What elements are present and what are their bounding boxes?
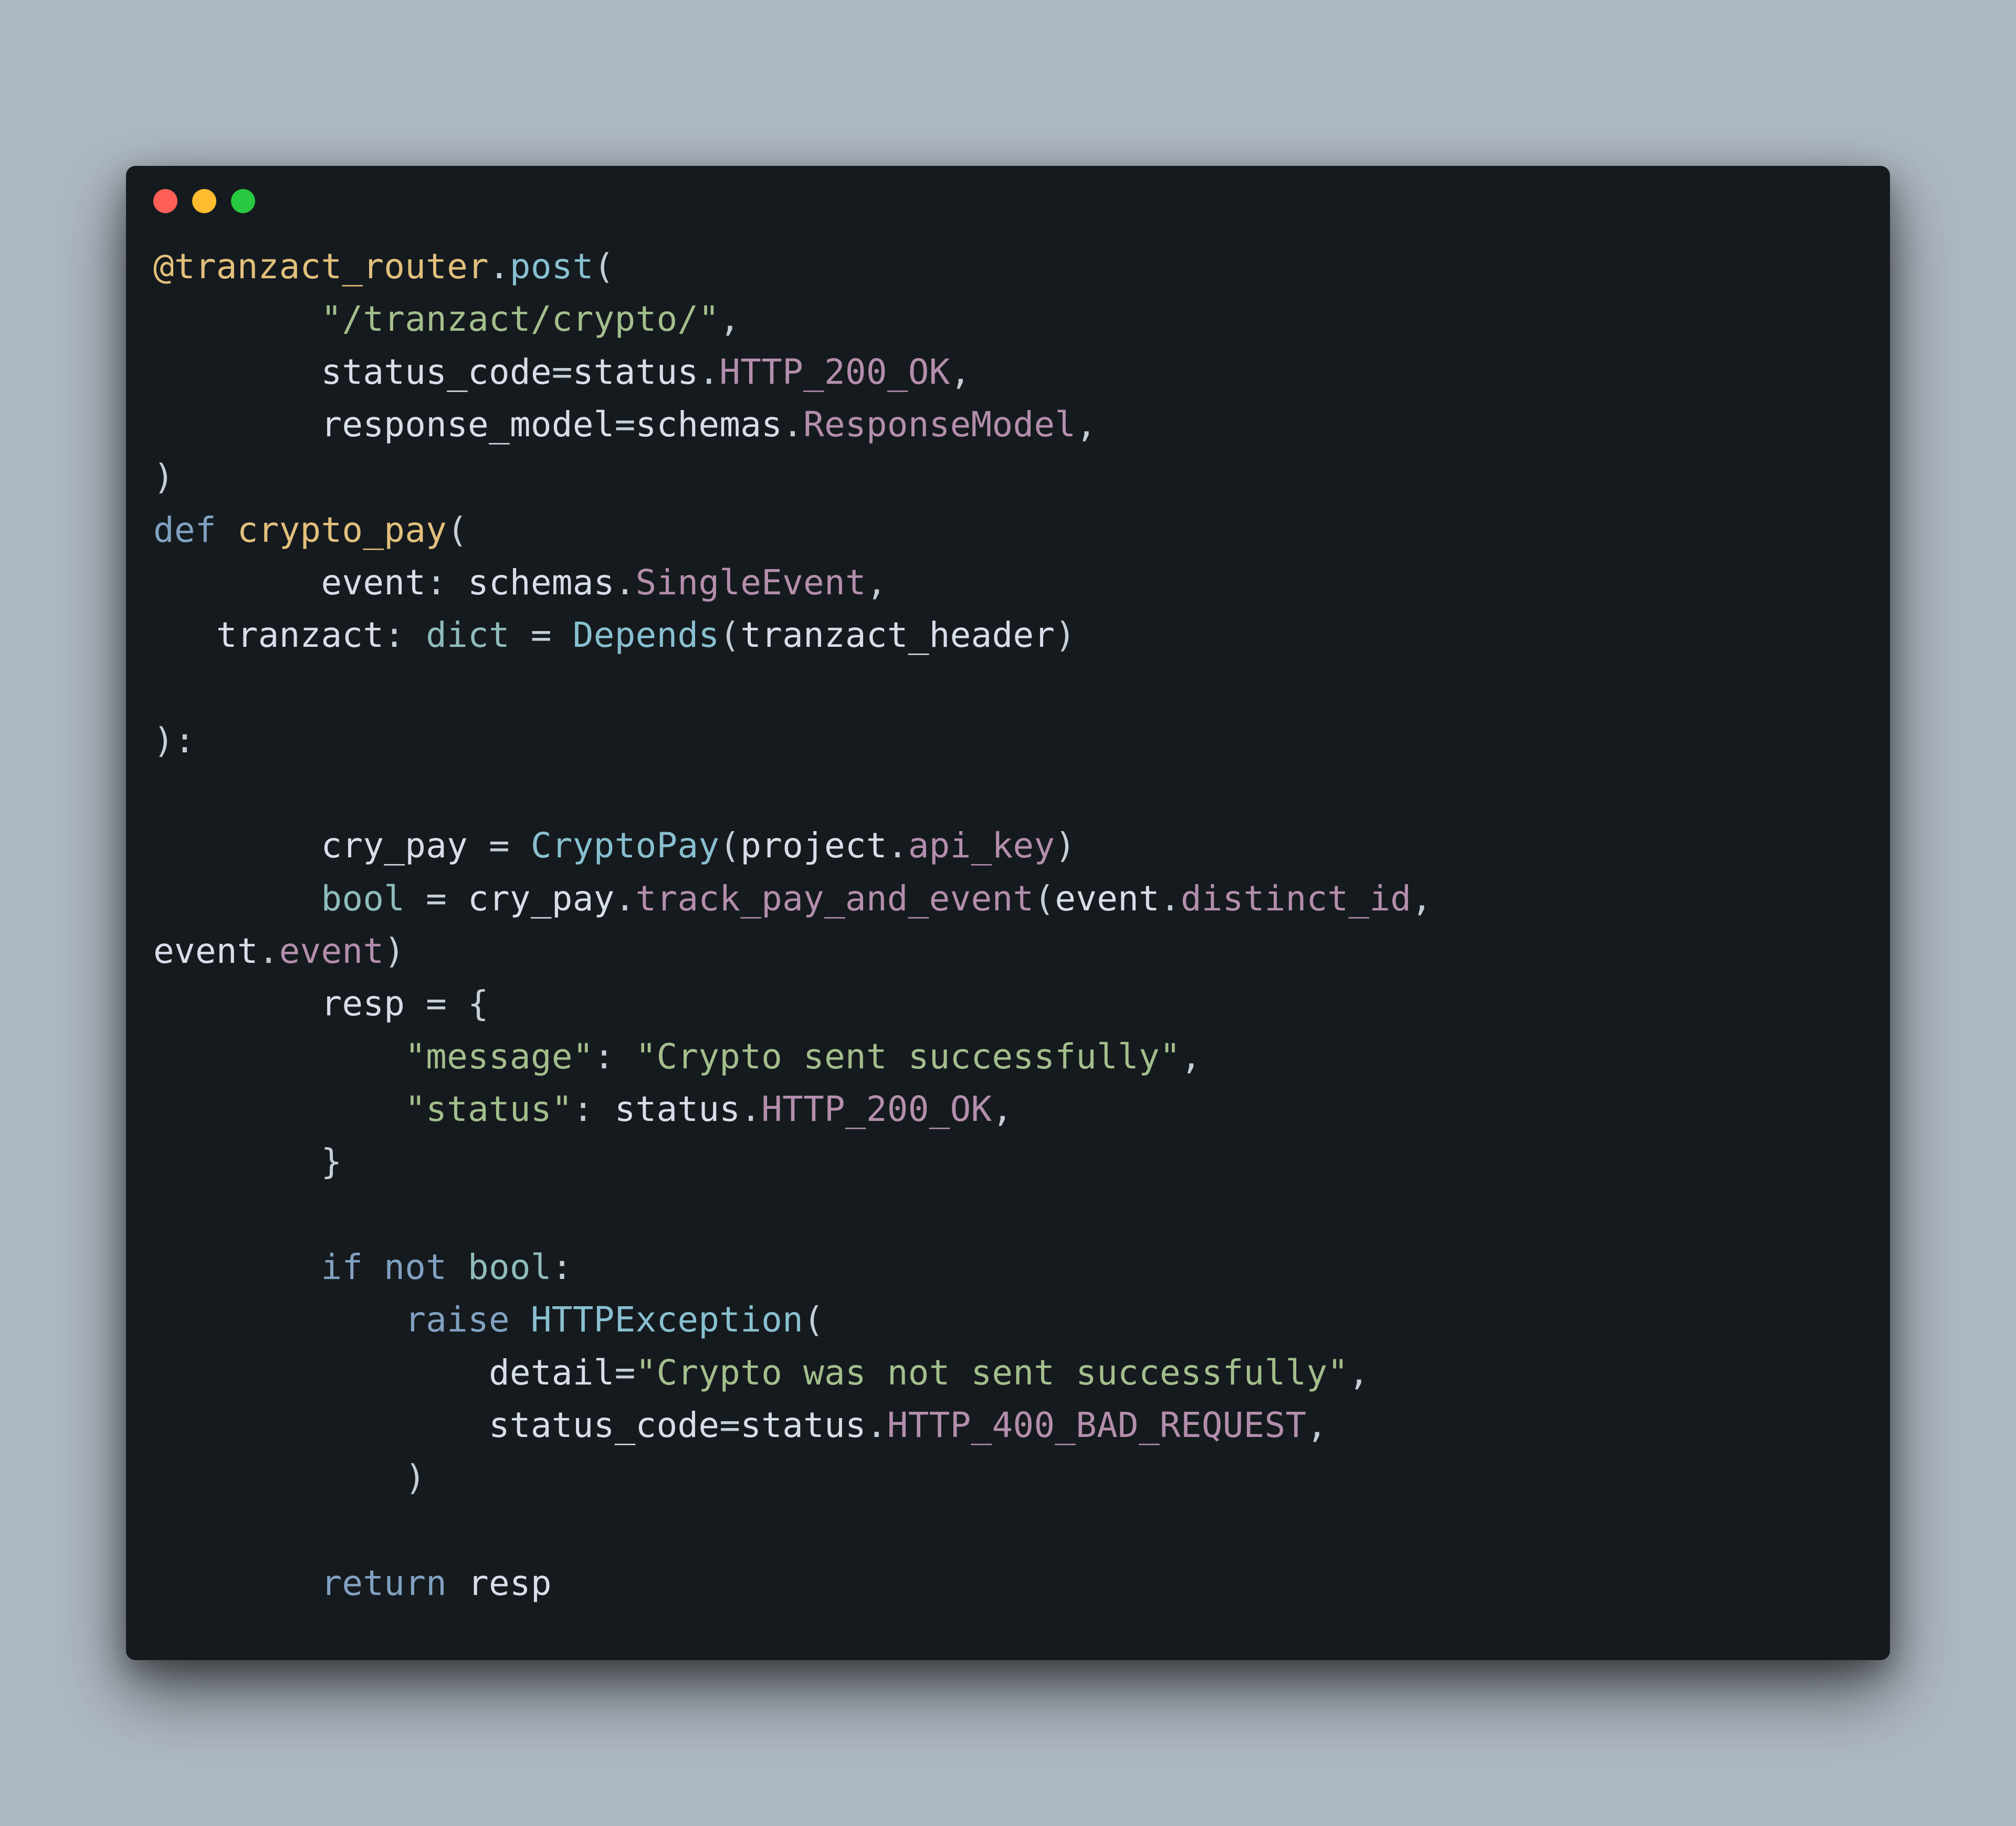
route-path: "/tranzact/crypto/" xyxy=(321,299,719,339)
status-bad-request: HTTP_400_BAD_REQUEST xyxy=(887,1405,1307,1445)
keyword-not: not xyxy=(384,1247,447,1287)
response-model: ResponseModel xyxy=(803,404,1076,445)
fn-name: crypto_pay xyxy=(237,510,447,550)
code-block: @tranzact_router.post( "/tranzact/crypto… xyxy=(126,213,1890,1660)
window-titlebar xyxy=(126,166,1890,213)
keyword-def: def xyxy=(153,510,237,550)
minimize-icon[interactable] xyxy=(192,189,216,213)
method-post: post xyxy=(510,246,594,287)
decorator: @tranzact_router xyxy=(153,246,489,287)
http-exception: HTTPException xyxy=(531,1299,803,1340)
msg-failure: "Crypto was not sent successfully" xyxy=(636,1352,1349,1393)
status-ok: HTTP_200_OK xyxy=(719,352,950,392)
cryptopay-ctor: CryptoPay xyxy=(531,825,719,866)
keyword-return: return xyxy=(321,1563,447,1603)
zoom-icon[interactable] xyxy=(231,189,255,213)
track-pay-method: track_pay_and_event xyxy=(636,878,1034,919)
msg-success: "Crypto sent successfully" xyxy=(636,1036,1181,1077)
keyword-raise: raise xyxy=(405,1299,510,1340)
keyword-if: if xyxy=(321,1247,363,1287)
code-window: @tranzact_router.post( "/tranzact/crypto… xyxy=(126,166,1890,1660)
depends-call: Depends xyxy=(573,615,720,655)
close-icon[interactable] xyxy=(153,189,177,213)
